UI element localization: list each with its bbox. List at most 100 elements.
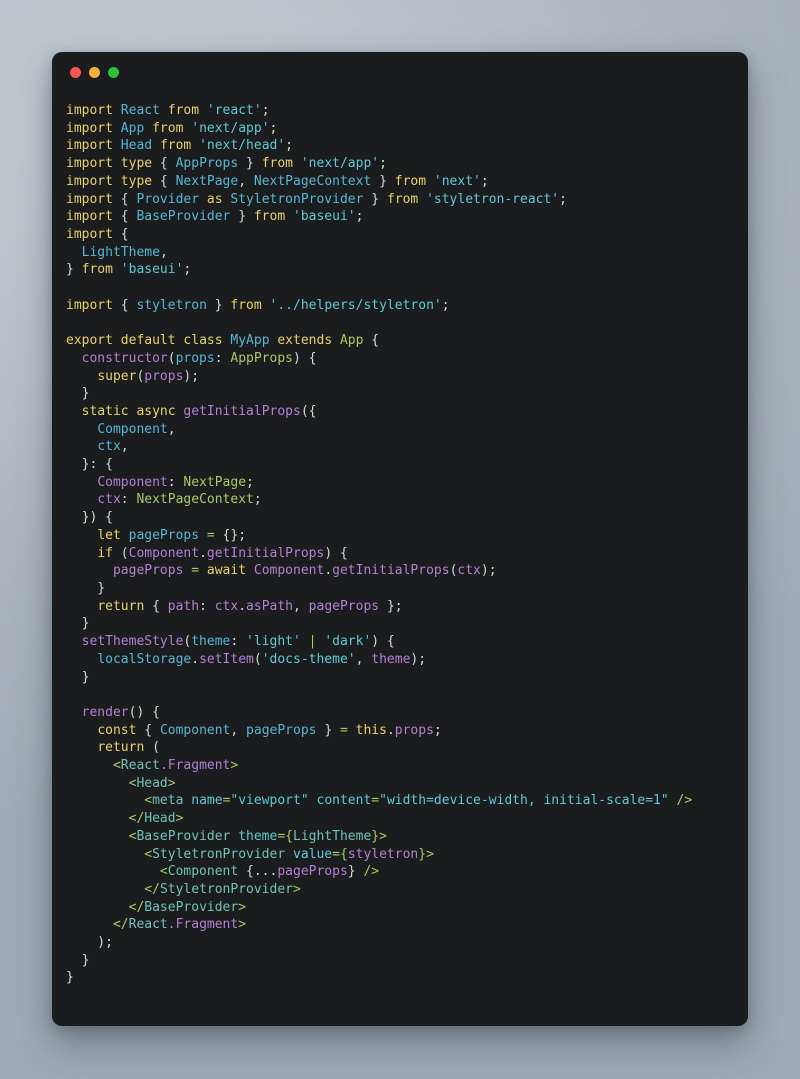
code-token: ( (144, 740, 160, 756)
code-token: pageProps (277, 864, 348, 880)
code-token: ; (379, 156, 387, 172)
code-token: { (112, 297, 137, 313)
code-token: super (97, 368, 137, 384)
code-token: 'docs-theme' (261, 651, 356, 667)
code-token: getInitialProps (206, 545, 325, 561)
code-token: MyApp (230, 333, 270, 349)
code-token: ; (480, 173, 489, 189)
code-token: BaseProvider (136, 828, 231, 844)
code-token: , (293, 598, 309, 614)
code-token: default (120, 333, 176, 349)
code-token: import (66, 191, 113, 207)
code-line: }) { (66, 509, 748, 527)
code-line: import { Provider as StyletronProvider }… (66, 191, 748, 209)
code-token: setThemeStyle (81, 634, 184, 650)
code-token: meta (152, 793, 184, 809)
code-line: render() { (66, 704, 748, 722)
code-token: {}; (214, 527, 247, 543)
maximize-window-button[interactable] (108, 66, 119, 78)
code-token: StyletronProvider (159, 881, 293, 897)
code-token: } (66, 952, 90, 968)
close-window-button[interactable] (70, 66, 81, 78)
code-token: from (167, 103, 200, 118)
code-line: <Component {...pageProps} /> (66, 863, 748, 881)
code-token: = (371, 793, 380, 809)
code-token: ctx (97, 492, 121, 508)
code-line: </Head> (66, 810, 748, 828)
code-token: content (316, 793, 372, 809)
code-token: . (167, 917, 176, 933)
code-token: () { (128, 704, 160, 720)
code-token: ; (285, 138, 293, 154)
code-token: /> (676, 793, 693, 809)
code-line: ); (66, 934, 748, 952)
code-line: if (Component.getInitialProps) { (66, 545, 748, 563)
code-line: return ( (66, 739, 748, 757)
code-token: } (66, 386, 90, 402)
code-token: } (371, 173, 395, 189)
code-token: 'baseui' (120, 262, 184, 278)
code-token: , (167, 421, 176, 437)
code-token: import (66, 138, 113, 154)
minimize-window-button[interactable] (89, 66, 100, 78)
code-token: </ (128, 811, 145, 827)
code-token: getInitialProps (183, 403, 301, 419)
code-token: > (293, 881, 301, 897)
code-token: import (66, 103, 113, 118)
code-token: ; (559, 191, 567, 207)
code-token: ( (253, 651, 262, 667)
code-token: BaseProvider (136, 209, 231, 225)
code-token: App (120, 120, 145, 136)
code-token: async (136, 403, 176, 419)
code-line: constructor(props: AppProps) { (66, 350, 748, 368)
code-token: Fragment (167, 758, 231, 774)
code-token: . (324, 563, 333, 579)
code-token: let (97, 527, 121, 543)
code-token: from (230, 297, 262, 313)
code-line: } (66, 615, 748, 633)
code-line: import Head from 'next/head'; (66, 137, 748, 155)
code-token: const (97, 722, 137, 738)
code-token: . (238, 598, 247, 614)
code-line: </React.Fragment> (66, 916, 748, 934)
code-token: "viewport" (230, 793, 309, 809)
code-token: /> (363, 864, 380, 880)
code-token: import (66, 297, 113, 313)
code-line: <React.Fragment> (66, 757, 748, 775)
code-line: <BaseProvider theme={LightTheme}> (66, 828, 748, 846)
code-token: : (199, 598, 215, 614)
code-token: ctx (457, 563, 481, 579)
code-token: static (81, 403, 129, 419)
code-token: { (152, 173, 176, 189)
code-token: NextPageContext (253, 173, 372, 189)
code-token: ) { (371, 634, 395, 650)
code-token: > (238, 917, 247, 933)
code-token: constructor (81, 350, 168, 366)
code-token: } (238, 156, 262, 172)
code-token: { (136, 722, 160, 738)
code-token: { (285, 828, 293, 844)
code-editor-area[interactable]: import React from 'react'; import App fro… (52, 92, 748, 987)
code-token: NextPage (175, 173, 239, 189)
